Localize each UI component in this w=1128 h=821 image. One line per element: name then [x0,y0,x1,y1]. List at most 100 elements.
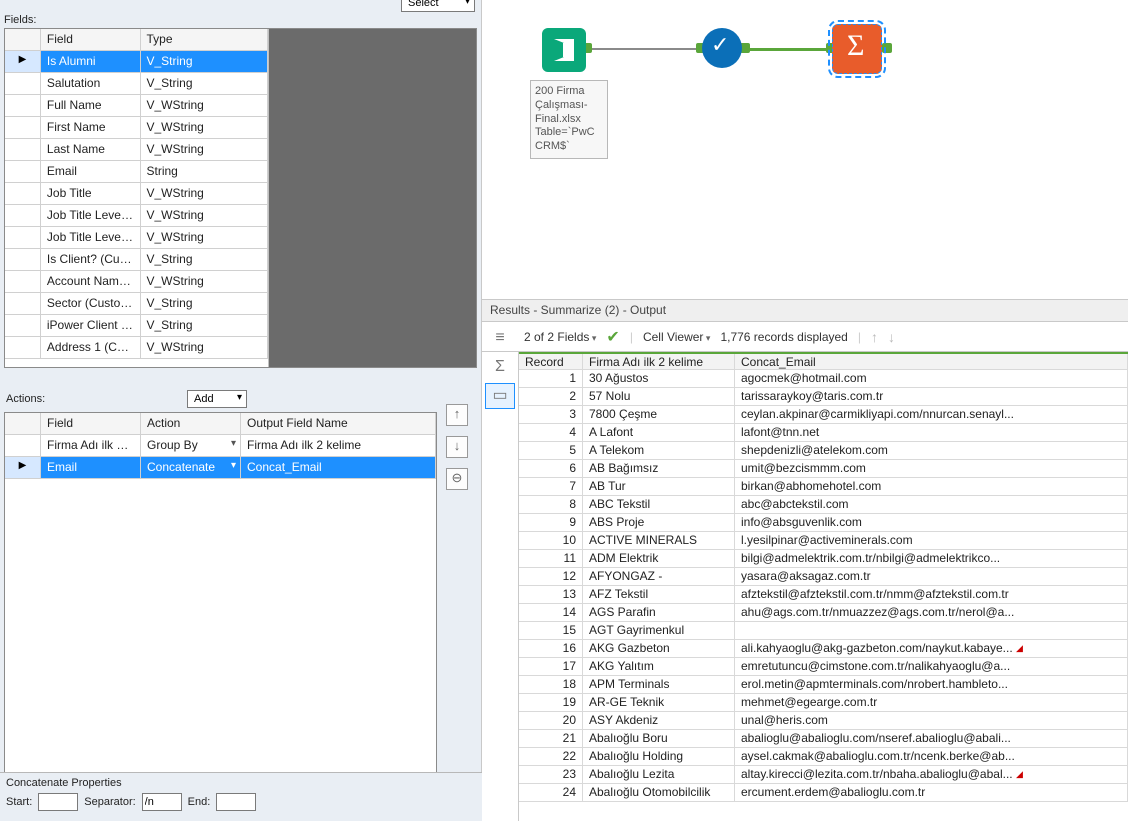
result-row[interactable]: 16AKG Gazbetonali.kahyaoglu@akg-gazbeton… [519,640,1128,658]
select-tool[interactable] [702,28,742,68]
end-input[interactable] [216,793,256,811]
result-row[interactable]: 24Abalıoğlu Otomobilcilikercument.erdem@… [519,784,1128,802]
result-row[interactable]: 4A Lafontlafont@tnn.net [519,424,1128,442]
action-type-dropdown[interactable]: Concatenate [141,457,241,478]
action-field[interactable]: Firma Adı ilk 2 k... [41,435,141,456]
action-field[interactable]: Email [41,457,141,478]
concat-email-value: birkan@abhomehotel.com [735,478,1128,495]
firma-value: AR-GE Teknik [583,694,735,711]
result-row[interactable]: 7AB Turbirkan@abhomehotel.com [519,478,1128,496]
result-row[interactable]: 10ACTIVE MINERALSl.yesilpinar@activemine… [519,532,1128,550]
field-row[interactable]: ▶Is AlumniV_String [5,51,268,73]
result-row[interactable]: 17AKG Yalıtımemretutuncu@cimstone.com.tr… [519,658,1128,676]
actions-header-field[interactable]: Field [41,413,141,434]
field-row[interactable]: Is Client? (Custo...V_String [5,249,268,271]
field-row[interactable]: Job Title Level 2V_WString [5,227,268,249]
messages-view-icon[interactable]: ≡ [485,325,515,351]
result-row[interactable]: 257 Nolutarissaraykoy@taris.com.tr [519,388,1128,406]
result-row[interactable]: 18APM Terminalserol.metin@apmterminals.c… [519,676,1128,694]
move-down-button[interactable]: ↓ [446,436,468,458]
action-output-name[interactable]: Firma Adı ilk 2 kelime [241,435,436,456]
result-row[interactable]: 14AGS Parafinahu@ags.com.tr/nmuazzez@ags… [519,604,1128,622]
firma-value: AFYONGAZ - [583,568,735,585]
field-row[interactable]: Job Title Level 1V_WString [5,205,268,227]
concat-email-value: agocmek@hotmail.com [735,370,1128,387]
col-record[interactable]: Record [519,354,583,369]
row-cursor [5,95,41,116]
action-row[interactable]: ▶EmailConcatenateConcat_Email [5,457,436,479]
action-type-dropdown[interactable]: Group By [141,435,241,456]
firma-value: A Telekom [583,442,735,459]
cell-viewer-dropdown[interactable]: Cell Viewer [643,330,711,344]
field-row[interactable]: EmailString [5,161,268,183]
results-table[interactable]: Record Firma Adı ilk 2 kelime Concat_Ema… [518,352,1128,821]
action-output-name[interactable]: Concat_Email [241,457,436,478]
result-row[interactable]: 8ABC Tekstilabc@abctekstil.com [519,496,1128,514]
summary-view-icon[interactable]: Σ [485,354,515,380]
data-view-icon[interactable]: ▭ [485,383,515,409]
field-row[interactable]: Full NameV_WString [5,95,268,117]
result-row[interactable]: 13AFZ Tekstilafztekstil@afztekstil.com.t… [519,586,1128,604]
remove-button[interactable]: ⊖ [446,468,468,490]
firma-value: 30 Ağustos [583,370,735,387]
concat-email-value [735,622,1128,639]
action-row[interactable]: Firma Adı ilk 2 k...Group ByFirma Adı il… [5,435,436,457]
actions-header-output[interactable]: Output Field Name [241,413,436,434]
field-row[interactable]: SalutationV_String [5,73,268,95]
concat-email-value: l.yesilpinar@activeminerals.com [735,532,1128,549]
result-row[interactable]: 12AFYONGAZ -yasara@aksagaz.com.tr [519,568,1128,586]
row-cursor [5,161,41,182]
start-input[interactable] [38,793,78,811]
result-row[interactable]: 20ASY Akdenizunal@heris.com [519,712,1128,730]
field-row[interactable]: Account Name (...V_WString [5,271,268,293]
field-row[interactable]: Last NameV_WString [5,139,268,161]
field-type: V_String [141,51,268,72]
row-cursor [5,249,41,270]
result-row[interactable]: 23Abalıoğlu Lezitaaltay.kirecci@lezita.c… [519,766,1128,784]
field-type: V_WString [141,183,268,204]
nav-up-icon[interactable]: ↑ [871,329,878,345]
firma-value: A Lafont [583,424,735,441]
add-action-dropdown[interactable]: Add [187,390,247,408]
concat-email-value: altay.kirecci@lezita.com.tr/nbaha.abalio… [735,766,1128,783]
record-number: 7 [519,478,583,495]
fields-header-type[interactable]: Type [141,29,268,50]
fields-header-field[interactable]: Field [41,29,141,50]
concat-email-value: abalioglu@abalioglu.com/nseref.abalioglu… [735,730,1128,747]
result-row[interactable]: 5A Telekomshepdenizli@atelekom.com [519,442,1128,460]
separator-input[interactable] [142,793,182,811]
field-row[interactable]: Address 1 (Cust...V_WString [5,337,268,359]
field-row[interactable]: iPower Client C...V_String [5,315,268,337]
workflow-canvas[interactable]: 200 Firma Çalışması-Final.xlsx Table=`Pw… [482,0,1128,300]
concat-email-value: unal@heris.com [735,712,1128,729]
result-row[interactable]: 11ADM Elektrikbilgi@admelektrik.com.tr/n… [519,550,1128,568]
concat-email-value: aysel.cakmak@abalioglu.com.tr/ncenk.berk… [735,748,1128,765]
field-row[interactable]: First NameV_WString [5,117,268,139]
input-data-tool[interactable] [542,28,586,72]
move-up-button[interactable]: ↑ [446,404,468,426]
select-dropdown[interactable]: Select [401,0,475,12]
result-row[interactable]: 19AR-GE Teknikmehmet@egearge.com.tr [519,694,1128,712]
result-row[interactable]: 9ABS Projeinfo@absguvenlik.com [519,514,1128,532]
firma-value: Abalıoğlu Lezita [583,766,735,783]
field-name: Job Title [41,183,141,204]
input-tool-label: 200 Firma Çalışması-Final.xlsx Table=`Pw… [530,80,608,159]
result-row[interactable]: 130 Ağustosagocmek@hotmail.com [519,370,1128,388]
result-row[interactable]: 21Abalıoğlu Boruabalioglu@abalioglu.com/… [519,730,1128,748]
summarize-tool-selected[interactable] [832,24,882,74]
field-row[interactable]: Job TitleV_WString [5,183,268,205]
field-type: V_WString [141,117,268,138]
col-concat-email[interactable]: Concat_Email [735,354,1128,369]
result-row[interactable]: 15AGT Gayrimenkul [519,622,1128,640]
nav-down-icon[interactable]: ↓ [888,329,895,345]
concat-email-value: umit@bezcismmm.com [735,460,1128,477]
field-row[interactable]: Sector (Custome...V_String [5,293,268,315]
result-row[interactable]: 37800 Çeşmeceylan.akpinar@carmikliyapi.c… [519,406,1128,424]
fields-count[interactable]: 2 of 2 Fields [524,330,596,344]
actions-header-action[interactable]: Action [141,413,241,434]
apply-icon[interactable]: ✔ [606,327,619,347]
col-firma[interactable]: Firma Adı ilk 2 kelime [583,354,735,369]
firma-value: AB Bağımsız [583,460,735,477]
result-row[interactable]: 22Abalıoğlu Holdingaysel.cakmak@abaliogl… [519,748,1128,766]
result-row[interactable]: 6AB Bağımsızumit@bezcismmm.com [519,460,1128,478]
